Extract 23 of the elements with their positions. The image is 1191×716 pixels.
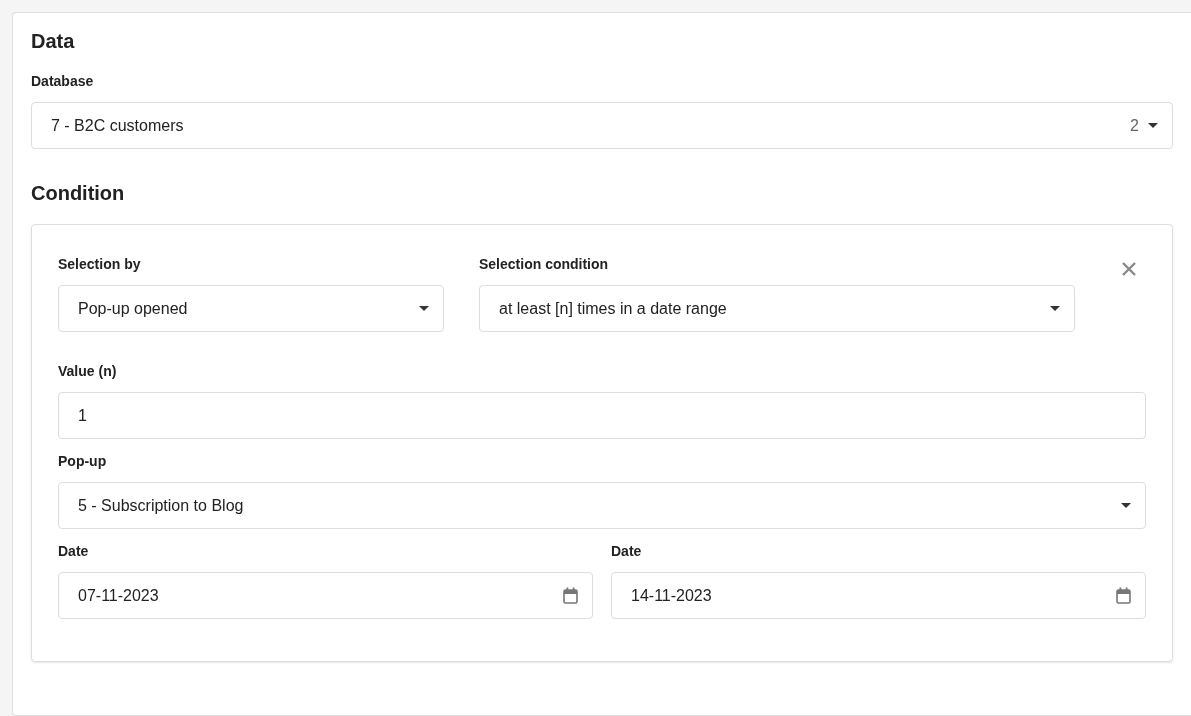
calendar-icon[interactable] [563, 587, 578, 604]
calendar-icon[interactable] [1116, 587, 1131, 604]
field-label: Selection by [58, 255, 142, 273]
dropdown[interactable]: 7 - B2C customers 2 [31, 102, 1173, 149]
dropdown[interactable]: 5 - Subscription to Blog [58, 482, 1146, 529]
date-field[interactable]: 14-11-2023 [611, 572, 1146, 619]
caret-icon [419, 306, 429, 311]
field-label: Database [31, 72, 95, 90]
section-title: Data [31, 29, 76, 54]
caret-icon [1050, 306, 1060, 311]
field-label: Selection condition [479, 255, 610, 273]
dropdown[interactable]: Pop-up opened [58, 285, 444, 332]
caret-icon [1148, 123, 1158, 128]
field-label: Pop-up [58, 452, 108, 470]
section-title: Condition [31, 181, 126, 206]
dropdown[interactable]: at least [n] times in a date range [479, 285, 1075, 332]
input-field[interactable]: 1 [58, 392, 1146, 439]
caret-icon [1121, 503, 1131, 508]
field-label: Date [611, 542, 643, 560]
field-label: Value (n) [58, 362, 118, 380]
date-field[interactable]: 07-11-2023 [58, 572, 593, 619]
field-label: Date [58, 542, 90, 560]
count-text: 2 [1130, 116, 1139, 135]
